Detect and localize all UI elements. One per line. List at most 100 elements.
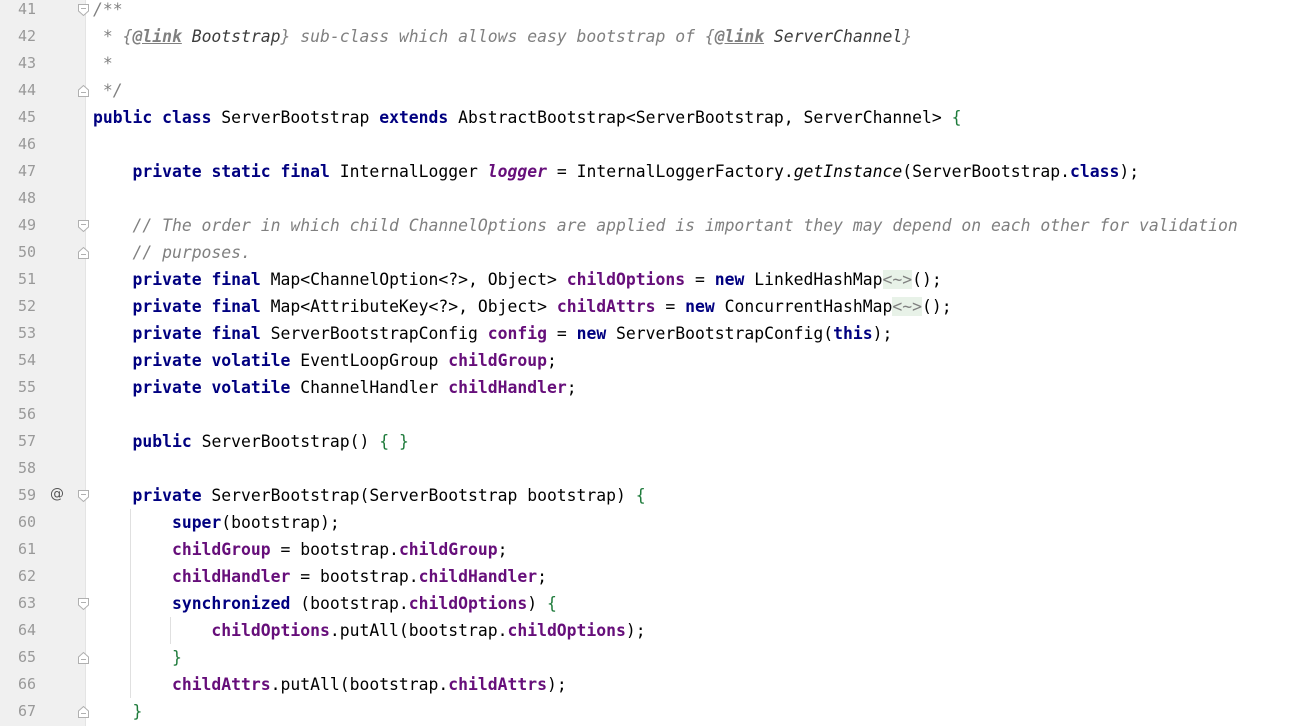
- code-token: synchronized: [171, 593, 291, 613]
- code-token: config: [487, 323, 547, 343]
- code-token: ServerChannel: [764, 26, 903, 46]
- code-line[interactable]: }: [93, 644, 182, 671]
- code-token: volatile: [211, 377, 291, 397]
- code-line[interactable]: private final Map<ChannelOption<?>, Obje…: [93, 266, 942, 293]
- fold-end-icon[interactable]: [78, 651, 89, 664]
- line-number: 52: [17, 296, 36, 315]
- code-line[interactable]: public class ServerBootstrap extends Abs…: [93, 104, 961, 131]
- code-token: */: [93, 80, 123, 100]
- code-token: );: [625, 620, 646, 640]
- code-line[interactable]: private volatile ChannelHandler childHan…: [93, 374, 576, 401]
- code-token: ): [527, 593, 547, 613]
- override-marker-icon[interactable]: @: [49, 486, 65, 502]
- code-token: /**: [93, 0, 123, 19]
- line-number: 57: [17, 431, 36, 450]
- code-token: (bootstrap);: [221, 512, 340, 532]
- line-number: 50: [17, 242, 36, 261]
- code-token: <~>: [882, 269, 913, 289]
- code-token: .putAll(bootstrap.: [329, 620, 508, 640]
- code-token: private: [132, 296, 202, 316]
- code-token: static: [211, 161, 271, 181]
- code-token: private: [132, 323, 202, 343]
- code-token: childOptions: [566, 269, 686, 289]
- fold-end-icon[interactable]: [78, 84, 89, 97]
- fold-collapse-icon[interactable]: [78, 489, 89, 502]
- code-token: EventLoopGroup: [290, 350, 449, 370]
- code-editor[interactable]: 41 42 43 44 45 46 47 48 49 50 51 52 53 54 55 56 57 58 59 60…: [0, 0, 1294, 726]
- code-token: // purposes.: [132, 242, 251, 262]
- code-token: childGroup: [171, 539, 271, 559]
- code-token: super: [171, 512, 222, 532]
- code-line[interactable]: // purposes.: [93, 239, 251, 266]
- code-token: =: [685, 269, 715, 289]
- editor-gutter[interactable]: 41 42 43 44 45 46 47 48 49 50 51 52 53 54 55 56 57 58 59 60…: [0, 0, 89, 726]
- code-token: { }: [379, 431, 409, 451]
- code-line[interactable]: */: [93, 77, 123, 104]
- code-token: childAttrs: [556, 296, 656, 316]
- code-line[interactable]: childOptions.putAll(bootstrap.childOptio…: [93, 617, 646, 644]
- line-number: 43: [17, 53, 36, 72]
- code-line[interactable]: public ServerBootstrap() { }: [93, 428, 409, 455]
- fold-collapse-icon[interactable]: [78, 3, 89, 16]
- code-token: final: [211, 296, 261, 316]
- code-line[interactable]: private final ServerBootstrapConfig conf…: [93, 320, 892, 347]
- code-line[interactable]: childGroup = bootstrap.childGroup;: [93, 536, 508, 563]
- line-number: 49: [17, 215, 36, 234]
- line-number: 61: [17, 539, 36, 558]
- code-token: ServerBootstrapConfig(: [606, 323, 834, 343]
- code-token: new: [685, 296, 715, 316]
- fold-collapse-icon[interactable]: [78, 219, 89, 232]
- code-line[interactable]: private ServerBootstrap(ServerBootstrap …: [93, 482, 645, 509]
- code-token: ;: [497, 539, 508, 559]
- code-line[interactable]: childAttrs.putAll(bootstrap.childAttrs);: [93, 671, 567, 698]
- line-number: 45: [17, 107, 36, 126]
- code-token: );: [546, 674, 567, 694]
- code-token: ServerBootstrapConfig: [260, 323, 488, 343]
- code-token: (ServerBootstrap.: [902, 161, 1071, 181]
- fold-end-icon[interactable]: [78, 705, 89, 718]
- code-token: // The order in which child ChannelOptio…: [132, 215, 1238, 235]
- code-line[interactable]: }: [93, 698, 142, 725]
- code-line[interactable]: private volatile EventLoopGroup childGro…: [93, 347, 556, 374]
- code-token: <~>: [892, 296, 922, 316]
- code-line[interactable]: private final Map<AttributeKey<?>, Objec…: [93, 293, 952, 320]
- code-token: volatile: [211, 350, 291, 370]
- line-number: 46: [17, 134, 36, 153]
- fold-end-icon[interactable]: [78, 246, 89, 259]
- line-number: 65: [17, 647, 36, 666]
- code-token: Map<ChannelOption<?>, Object>: [260, 269, 567, 289]
- code-token: public: [132, 431, 192, 451]
- code-token: .putAll(bootstrap.: [270, 674, 449, 694]
- fold-collapse-icon[interactable]: [78, 597, 89, 610]
- code-token: InternalLogger: [329, 161, 488, 181]
- line-number: 60: [17, 512, 36, 531]
- code-line[interactable]: synchronized (bootstrap.childOptions) {: [93, 590, 557, 617]
- code-token: = bootstrap.: [290, 566, 419, 586]
- code-line[interactable]: private static final InternalLogger logg…: [93, 158, 1139, 185]
- code-token: final: [211, 323, 261, 343]
- code-token: class: [162, 107, 212, 127]
- code-token: private: [132, 485, 202, 505]
- code-line[interactable]: * {@link Bootstrap} sub-class which allo…: [93, 23, 912, 50]
- code-token: {: [546, 593, 557, 613]
- line-number: 63: [17, 593, 36, 612]
- code-line[interactable]: *: [93, 50, 113, 77]
- code-token: );: [872, 323, 893, 343]
- code-line[interactable]: // The order in which child ChannelOptio…: [93, 212, 1238, 239]
- code-token: ();: [921, 296, 952, 316]
- code-token: childGroup: [398, 539, 498, 559]
- code-line[interactable]: childHandler = bootstrap.childHandler;: [93, 563, 547, 590]
- code-token: childHandler: [171, 566, 291, 586]
- code-line[interactable]: /**: [93, 0, 123, 23]
